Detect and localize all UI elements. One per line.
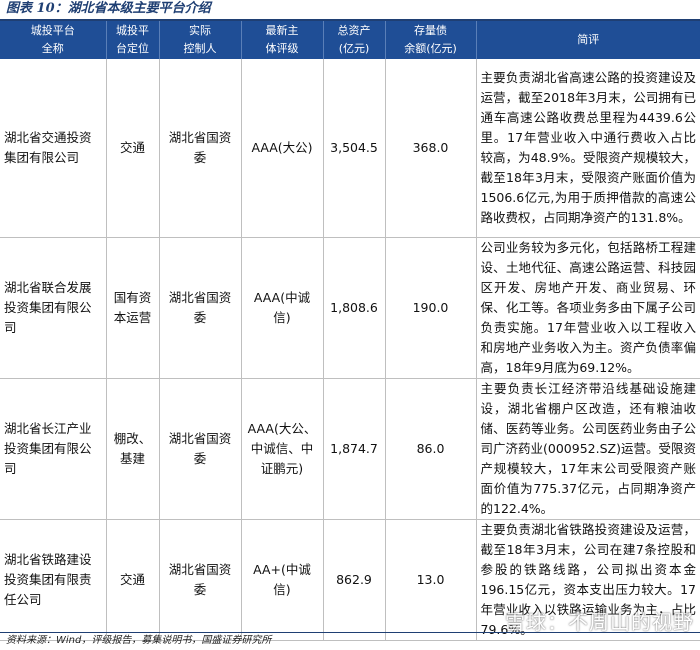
- table-row: 湖北省联合发展投资集团有限公司 国有资本运营 湖北省国资委 AAA(中诚信) 1…: [0, 237, 700, 379]
- platform-bond-balance: 190.0: [385, 237, 477, 379]
- figure-title: 图表 10：湖北省本级主要平台介绍: [6, 1, 211, 16]
- header-comment: 简评: [476, 21, 700, 59]
- platform-controller: 湖北省国资委: [159, 378, 242, 520]
- platform-rating: AAA(中诚信): [241, 237, 324, 379]
- platform-name: 湖北省长江产业投资集团有限公司: [0, 378, 107, 520]
- source-note: 资料来源：Wind，评级报告，募集说明书，国盛证券研究所: [6, 635, 272, 646]
- header-bond-balance: 存量债 余额(亿元): [385, 21, 477, 59]
- platform-assets: 1,874.7: [323, 378, 386, 520]
- platform-name: 湖北省铁路建设投资集团有限责任公司: [0, 519, 107, 641]
- header-platform-name: 城投平台 全称: [0, 21, 107, 59]
- platform-assets: 3,504.5: [323, 59, 386, 238]
- platform-assets: 1,808.6: [323, 237, 386, 379]
- platform-name: 湖北省交通投资集团有限公司: [0, 59, 107, 238]
- platform-comment: 主要负责长江经济带沿线基础设施建设，湖北省棚户区改造，还有粮油收储、医药等业务。…: [476, 378, 700, 520]
- platform-positioning: 国有资本运营: [106, 237, 160, 379]
- platform-comment: 主要负责湖北省高速公路的投资建设及运营，截至2018年3月末，公司拥有已通车高速…: [476, 59, 700, 238]
- header-rating: 最新主 体评级: [241, 21, 324, 59]
- platform-table: 城投平台 全称 城投平 台定位 实际 控制人 最新主 体评级 总资产 (亿元) …: [0, 21, 700, 641]
- platform-controller: 湖北省国资委: [159, 59, 242, 238]
- header-total-assets: 总资产 (亿元): [323, 21, 386, 59]
- platform-positioning: 棚改、基建: [106, 378, 160, 520]
- platform-positioning: 交通: [106, 59, 160, 238]
- platform-bond-balance: 86.0: [385, 378, 477, 520]
- platform-comment: 公司业务较为多元化，包括路桥工程建设、土地代征、高速公路运营、科技园区开发、房地…: [476, 237, 700, 379]
- platform-rating: AA+(中诚信): [241, 519, 324, 641]
- platform-rating: AAA(大公): [241, 59, 324, 238]
- header-controller: 实际 控制人: [159, 21, 242, 59]
- table-row: 湖北省交通投资集团有限公司 交通 湖北省国资委 AAA(大公) 3,504.5 …: [0, 59, 700, 238]
- platform-bond-balance: 368.0: [385, 59, 477, 238]
- platform-positioning: 交通: [106, 519, 160, 641]
- table-row: 湖北省长江产业投资集团有限公司 棚改、基建 湖北省国资委 AAA(大公、中诚信、…: [0, 378, 700, 520]
- watermark: 雪球：不周山的视野: [505, 610, 694, 634]
- platform-controller: 湖北省国资委: [159, 237, 242, 379]
- table-header-row: 城投平台 全称 城投平 台定位 实际 控制人 最新主 体评级 总资产 (亿元) …: [0, 21, 700, 59]
- platform-name: 湖北省联合发展投资集团有限公司: [0, 237, 107, 379]
- platform-bond-balance: 13.0: [385, 519, 477, 641]
- platform-controller: 湖北省国资委: [159, 519, 242, 641]
- platform-assets: 862.9: [323, 519, 386, 641]
- header-positioning: 城投平 台定位: [106, 21, 160, 59]
- platform-rating: AAA(大公、中诚信、中证鹏元): [241, 378, 324, 520]
